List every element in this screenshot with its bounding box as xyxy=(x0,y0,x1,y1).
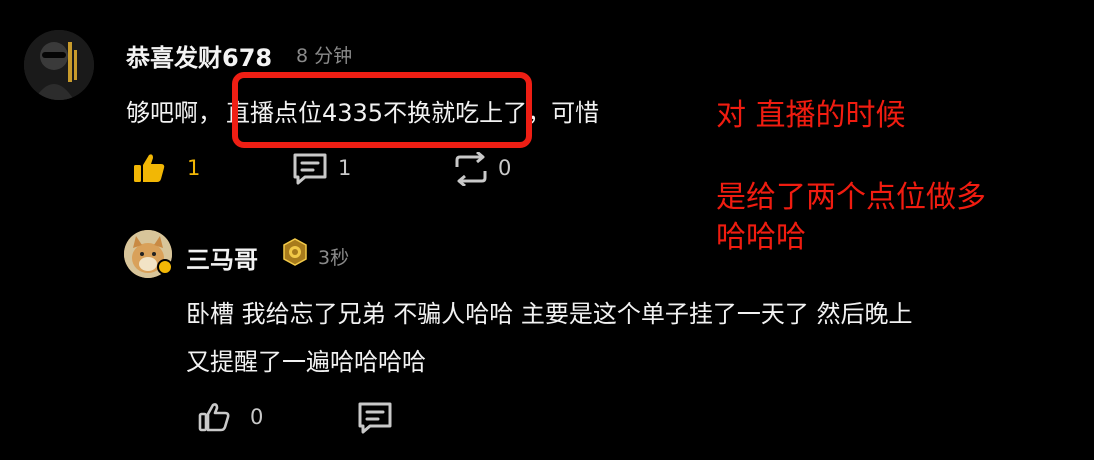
commenter-avatar[interactable] xyxy=(24,30,94,100)
comment-timestamp: 8 分钟 xyxy=(296,45,353,67)
comment-repost-count: 0 xyxy=(498,156,512,180)
comment-like-count: 1 xyxy=(187,156,201,180)
commenter-username[interactable]: 恭喜发财678 xyxy=(126,38,272,73)
comment-text-before: 够吧啊， xyxy=(126,99,222,127)
annotation-line-2: 是给了两个点位做多 xyxy=(716,180,986,215)
replier-username[interactable]: 三马哥 xyxy=(186,240,258,275)
reply-timestamp: 3秒 xyxy=(318,247,350,269)
thumb-up-icon[interactable] xyxy=(198,402,230,432)
reply-like-count: 0 xyxy=(250,405,264,429)
annotation-line-3: 哈哈哈 xyxy=(716,220,806,255)
comment-icon[interactable] xyxy=(357,401,393,435)
comment-icon[interactable] xyxy=(292,152,328,186)
comment-reply-count: 1 xyxy=(338,156,352,180)
annotation-line-1: 对 直播的时候 xyxy=(716,98,906,133)
repost-icon[interactable] xyxy=(452,152,490,186)
reply-text-line-1: 卧槽 我给忘了兄弟 不骗人哈哈 主要是这个单子挂了一天了 然后晚上 xyxy=(186,300,913,328)
verified-badge-icon xyxy=(157,259,173,275)
highlight-box xyxy=(232,72,532,148)
thumb-up-icon[interactable] xyxy=(132,152,166,184)
reply-text-line-2: 又提醒了一遍哈哈哈哈 xyxy=(186,348,426,376)
achievement-badge-icon xyxy=(281,238,309,266)
